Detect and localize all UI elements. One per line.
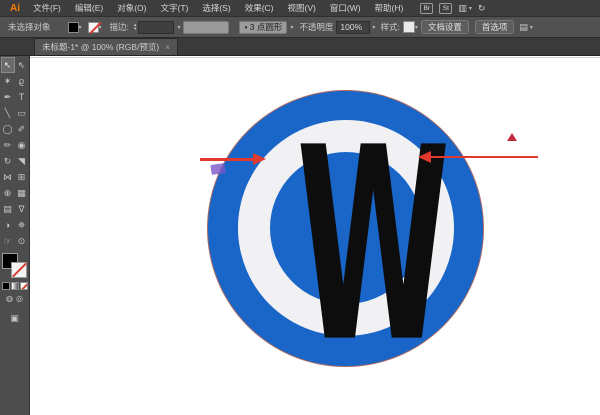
arrow-shaft (200, 157, 253, 161)
appbar-icons: Br St ▥ ▾ ↻ (420, 2, 486, 14)
illustrator-window: Ai 文件(F) 编辑(E) 对象(O) 文字(T) 选择(S) 效果(C) 视… (0, 0, 600, 415)
selection-tool[interactable]: ↖ (0, 57, 15, 73)
app-logo-icon: Ai (10, 2, 20, 14)
blend-tool[interactable]: ◑ (1, 217, 15, 233)
control-bar: 未选择对象 ▾ ▾ 描边: ▴ ▾ ▾ • 3 点圆形 ▾ 不透明度 100% ▾… (0, 17, 600, 38)
sync-icon[interactable]: ↻ (478, 3, 486, 14)
chevron-down-icon[interactable]: ▾ (79, 24, 82, 31)
stroke-weight-label: 描边: (109, 22, 129, 32)
magic-wand-tool[interactable]: ✶ (1, 73, 15, 89)
ellipse-tool[interactable]: ◯ (1, 121, 15, 137)
logo-letter-w[interactable]: W (296, 113, 450, 381)
symbol-sprayer-tool[interactable]: ✵ (15, 217, 29, 233)
eyedropper-tool[interactable]: ∇ (15, 201, 29, 217)
pencil-tool[interactable]: ✏ (1, 137, 15, 153)
line-segment-tool[interactable]: ╲ (1, 105, 15, 121)
document-tab[interactable]: 未标题-1* @ 100% (RGB/预览) × (34, 38, 178, 55)
menu-window[interactable]: 窗口(W) (323, 0, 368, 17)
arrow-shaft (431, 156, 538, 158)
brush-definition-dropdown[interactable]: • 3 点圆形 (239, 20, 288, 34)
gradient-button[interactable] (10, 282, 19, 290)
stroke-weight-input[interactable] (138, 20, 175, 34)
selection-status-label: 未选择对象 (8, 22, 51, 32)
preferences-button[interactable]: 首选项 (474, 20, 515, 34)
chevron-down-icon: ▾ (529, 24, 533, 31)
document-tab-title: 未标题-1* @ 100% (RGB/预览) (42, 42, 160, 52)
zoom-tool[interactable]: ⊙ (15, 233, 29, 249)
bridge-icon[interactable]: Br (420, 2, 434, 14)
draw-normal-icon[interactable]: ◍ (6, 294, 13, 303)
blob-brush-tool[interactable]: ◉ (15, 137, 29, 153)
draw-behind-icon[interactable]: ◎ (16, 294, 23, 303)
rectangle-tool[interactable]: ▭ (15, 105, 29, 121)
lasso-tool[interactable]: ϱ (15, 73, 29, 89)
layout-glyph: ▥ (458, 2, 467, 13)
stroke-weight-stepper[interactable]: ▴ ▾ (134, 23, 137, 32)
menu-type[interactable]: 文字(T) (153, 0, 195, 17)
menu-edit[interactable]: 编辑(E) (68, 0, 110, 17)
style-swatch[interactable] (402, 21, 415, 33)
paintbrush-tool[interactable]: ✐ (15, 121, 29, 137)
stroke-swatch[interactable] (10, 262, 27, 278)
document-setup-button[interactable]: 文档设置 (420, 20, 469, 34)
rotate-tool[interactable]: ↻ (1, 153, 15, 169)
pen-tool[interactable]: ✒ (1, 89, 15, 105)
tool-grid: ↖ ⇖ ✶ ϱ ✒ T ╲ ▭ ◯ ✐ ✏ ◉ ↻ ◥ ⋈ ⊞ ⊕ ▦ ▤ ∇ … (0, 57, 29, 249)
opacity-label: 不透明度 (299, 22, 334, 32)
menu-help[interactable]: 帮助(H) (368, 0, 411, 17)
gradient-tool[interactable]: ▤ (1, 201, 15, 217)
sync-glyph: ↻ (477, 2, 486, 13)
stroke-color-swatch[interactable] (87, 21, 99, 33)
style-label: 样式: (380, 22, 400, 32)
width-profile-dropdown[interactable] (183, 20, 230, 34)
red-triangle-mark (507, 133, 517, 141)
arrow-head-icon (253, 153, 266, 165)
direct-selection-tool[interactable]: ⇖ (15, 57, 29, 73)
chevron-down-icon[interactable]: ▾ (290, 24, 293, 31)
menu-object[interactable]: 对象(O) (110, 0, 153, 17)
mesh-tool[interactable]: ▦ (15, 185, 29, 201)
arrange-documents-icon[interactable]: ▤ ▾ (519, 22, 533, 33)
menu-view[interactable]: 视图(V) (281, 0, 323, 17)
paint-mode-row (1, 282, 28, 290)
draw-mode-row: ◍ ◎ (6, 294, 23, 303)
chevron-down-icon[interactable]: ▾ (415, 24, 418, 31)
type-tool[interactable]: T (15, 89, 29, 105)
arrow-head-icon (418, 151, 431, 163)
document-tab-bar: 未标题-1* @ 100% (RGB/预览) × (0, 38, 600, 56)
stock-icon[interactable]: St (439, 2, 453, 14)
left-annotation-arrow (200, 153, 266, 165)
menu-effect[interactable]: 效果(C) (238, 0, 281, 17)
menu-file[interactable]: 文件(F) (26, 0, 68, 17)
width-tool[interactable]: ⋈ (1, 169, 15, 185)
chevron-down-icon[interactable]: ▾ (177, 24, 180, 31)
chevron-down-icon[interactable]: ▾ (372, 24, 375, 31)
arrange-documents-icon[interactable]: ▥ ▾ (458, 3, 472, 14)
free-transform-tool[interactable]: ⊞ (15, 169, 29, 185)
none-button[interactable] (19, 282, 28, 290)
fill-color-swatch[interactable] (67, 21, 79, 33)
artboard-canvas[interactable]: W (30, 56, 600, 415)
close-icon[interactable]: × (165, 43, 170, 52)
color-button[interactable] (1, 282, 10, 290)
menu-bar: Ai 文件(F) 编辑(E) 对象(O) 文字(T) 选择(S) 效果(C) 视… (0, 0, 600, 17)
artboard-edge (30, 57, 600, 58)
chevron-down-icon: ▾ (468, 5, 472, 12)
screen-mode-icon[interactable]: ▣ (10, 313, 19, 324)
opacity-input[interactable]: 100% (336, 20, 371, 34)
scale-tool[interactable]: ◥ (15, 153, 29, 169)
fill-stroke-cluster (1, 253, 28, 279)
right-annotation-arrow (418, 151, 538, 163)
menu-select[interactable]: 选择(S) (195, 0, 237, 17)
tools-panel: ↖ ⇖ ✶ ϱ ✒ T ╲ ▭ ◯ ✐ ✏ ◉ ↻ ◥ ⋈ ⊞ ⊕ ▦ ▤ ∇ … (0, 56, 30, 415)
shape-builder-tool[interactable]: ⊕ (1, 185, 15, 201)
layout-glyph: ▤ (519, 21, 528, 32)
purple-annotation-mark (210, 163, 226, 175)
hand-tool[interactable]: ☞ (1, 233, 15, 249)
